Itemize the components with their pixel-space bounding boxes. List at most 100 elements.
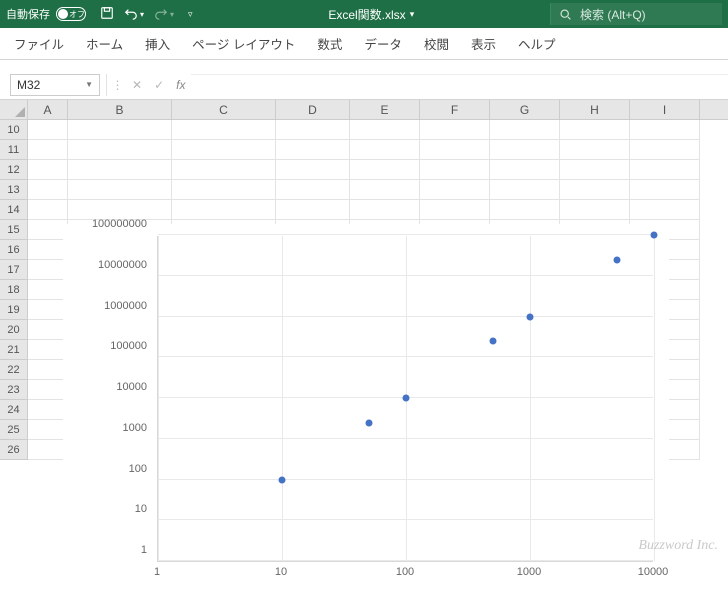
cell[interactable] xyxy=(28,220,68,240)
fx-icon[interactable]: fx xyxy=(176,78,185,92)
save-icon[interactable] xyxy=(100,6,114,23)
column-header[interactable]: C xyxy=(172,100,276,119)
row-header[interactable]: 24 xyxy=(0,400,28,420)
cell[interactable] xyxy=(420,140,490,160)
cell[interactable] xyxy=(490,180,560,200)
cell[interactable] xyxy=(28,120,68,140)
formula-input[interactable] xyxy=(191,74,728,96)
cell[interactable] xyxy=(68,140,172,160)
tab-data[interactable]: データ xyxy=(364,34,402,53)
embedded-chart[interactable]: 1101001000100001000001000000100000001000… xyxy=(63,224,669,602)
cell[interactable] xyxy=(276,160,350,180)
row-header[interactable]: 15 xyxy=(0,220,28,240)
cell[interactable] xyxy=(560,140,630,160)
cell[interactable] xyxy=(276,180,350,200)
cell[interactable] xyxy=(28,320,68,340)
cell[interactable] xyxy=(28,140,68,160)
cell[interactable] xyxy=(350,160,420,180)
cell[interactable] xyxy=(28,360,68,380)
cell[interactable] xyxy=(28,180,68,200)
cell[interactable] xyxy=(420,200,490,220)
tab-review[interactable]: 校閲 xyxy=(424,34,449,53)
cell[interactable] xyxy=(490,160,560,180)
cell[interactable] xyxy=(276,200,350,220)
cell[interactable] xyxy=(68,180,172,200)
row-header[interactable]: 13 xyxy=(0,180,28,200)
column-header[interactable]: E xyxy=(350,100,420,119)
column-header[interactable]: I xyxy=(630,100,700,119)
row-header[interactable]: 17 xyxy=(0,260,28,280)
tab-file[interactable]: ファイル xyxy=(14,34,64,53)
cell[interactable] xyxy=(490,120,560,140)
row-header[interactable]: 12 xyxy=(0,160,28,180)
worksheet[interactable]: ABCDEFGHI 101112131415161718192021222324… xyxy=(0,100,728,460)
row-header[interactable]: 14 xyxy=(0,200,28,220)
row-header[interactable]: 11 xyxy=(0,140,28,160)
row-header[interactable]: 25 xyxy=(0,420,28,440)
cell[interactable] xyxy=(28,200,68,220)
cell[interactable] xyxy=(420,180,490,200)
cell[interactable] xyxy=(68,160,172,180)
name-box[interactable]: M32 ▼ xyxy=(10,74,100,96)
column-header[interactable]: F xyxy=(420,100,490,119)
undo-button[interactable]: ▾ xyxy=(124,7,144,21)
cell[interactable] xyxy=(630,200,700,220)
column-header[interactable]: A xyxy=(28,100,68,119)
cell[interactable] xyxy=(28,420,68,440)
document-title[interactable]: Excel関数.xlsx ▾ xyxy=(201,6,542,23)
tab-home[interactable]: ホーム xyxy=(86,34,123,53)
cell[interactable] xyxy=(490,140,560,160)
cell[interactable] xyxy=(630,140,700,160)
column-header[interactable]: D xyxy=(276,100,350,119)
cell[interactable] xyxy=(490,200,560,220)
cell[interactable] xyxy=(560,120,630,140)
cell[interactable] xyxy=(420,160,490,180)
row-header[interactable]: 26 xyxy=(0,440,28,460)
autosave-toggle[interactable]: 自動保存 オフ xyxy=(6,6,86,22)
cell[interactable] xyxy=(630,160,700,180)
cell[interactable] xyxy=(28,300,68,320)
tab-help[interactable]: ヘルプ xyxy=(518,34,556,53)
cell[interactable] xyxy=(350,140,420,160)
redo-button[interactable]: ▾ xyxy=(154,7,174,21)
column-header[interactable]: B xyxy=(68,100,172,119)
tab-insert[interactable]: 挿入 xyxy=(145,34,170,53)
cell[interactable] xyxy=(350,180,420,200)
cell[interactable] xyxy=(172,160,276,180)
enter-icon[interactable]: ✓ xyxy=(154,78,164,92)
qat-customize-icon[interactable]: ▿ xyxy=(188,9,193,20)
cell[interactable] xyxy=(172,140,276,160)
cell[interactable] xyxy=(276,140,350,160)
row-header[interactable]: 19 xyxy=(0,300,28,320)
cell[interactable] xyxy=(28,260,68,280)
cell[interactable] xyxy=(276,120,350,140)
column-header[interactable]: H xyxy=(560,100,630,119)
row-header[interactable]: 16 xyxy=(0,240,28,260)
row-header[interactable]: 23 xyxy=(0,380,28,400)
cell[interactable] xyxy=(630,120,700,140)
cell[interactable] xyxy=(68,120,172,140)
cell[interactable] xyxy=(560,180,630,200)
row-header[interactable]: 20 xyxy=(0,320,28,340)
row-header[interactable]: 18 xyxy=(0,280,28,300)
cell[interactable] xyxy=(172,180,276,200)
cell[interactable] xyxy=(172,120,276,140)
cell[interactable] xyxy=(350,200,420,220)
cell[interactable] xyxy=(28,160,68,180)
toggle-switch[interactable]: オフ xyxy=(56,7,86,21)
cell[interactable] xyxy=(28,280,68,300)
row-header[interactable]: 10 xyxy=(0,120,28,140)
cancel-icon[interactable]: ✕ xyxy=(132,78,142,92)
select-all-corner[interactable] xyxy=(0,100,28,119)
cell[interactable] xyxy=(560,200,630,220)
cell[interactable] xyxy=(560,160,630,180)
cell[interactable] xyxy=(28,380,68,400)
cell[interactable] xyxy=(28,240,68,260)
cell[interactable] xyxy=(68,200,172,220)
cell[interactable] xyxy=(28,440,68,460)
column-header[interactable]: G xyxy=(490,100,560,119)
tab-view[interactable]: 表示 xyxy=(471,34,496,53)
cell[interactable] xyxy=(28,340,68,360)
cell[interactable] xyxy=(630,180,700,200)
cell[interactable] xyxy=(350,120,420,140)
